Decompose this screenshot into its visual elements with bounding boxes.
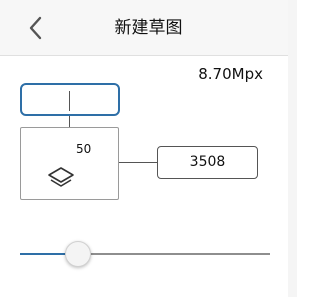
back-button[interactable] (18, 10, 54, 46)
chevron-left-icon (29, 16, 42, 40)
slider-thumb[interactable] (65, 241, 91, 267)
header-bar: 新建草图 (0, 0, 297, 56)
width-input[interactable] (20, 83, 120, 116)
text-caret (69, 91, 70, 111)
link-line-vertical (69, 116, 70, 127)
layer-count-box[interactable]: 50 (20, 127, 119, 200)
size-slider[interactable] (20, 240, 270, 270)
height-input[interactable]: 3508 (157, 146, 258, 179)
megapixels-label: 8.70Mpx (198, 65, 263, 83)
layers-icon (48, 167, 74, 187)
new-sketch-screen: 新建草图 8.70Mpx 50 3508 (0, 0, 297, 297)
scroll-edge (288, 0, 297, 297)
link-line-horizontal (119, 162, 157, 163)
layer-count-value: 50 (76, 142, 92, 156)
